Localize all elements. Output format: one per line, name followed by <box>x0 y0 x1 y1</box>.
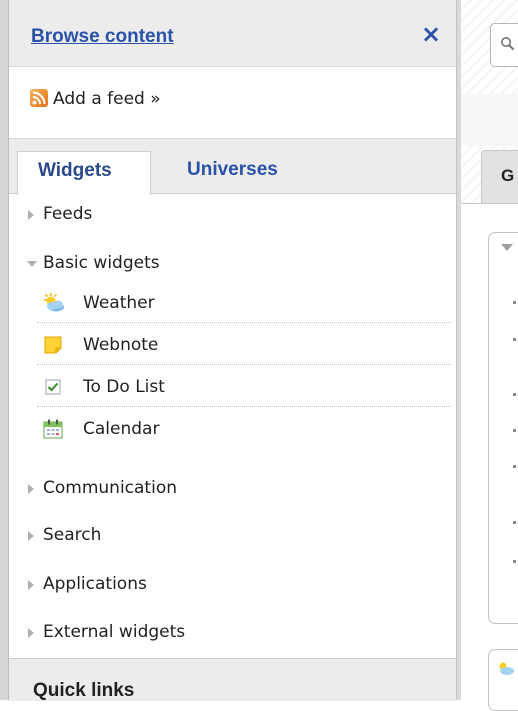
background-content <box>461 203 518 711</box>
category-label: Basic widgets <box>43 253 160 273</box>
widget-item-webnote[interactable]: Webnote <box>37 326 451 365</box>
list-bullet <box>513 521 516 524</box>
category-applications[interactable]: Applications <box>9 571 456 601</box>
list-bullet <box>513 301 516 304</box>
widget-item-calendar[interactable]: Calendar <box>37 410 451 448</box>
background-band <box>461 94 518 146</box>
collapsed-arrow-icon <box>28 531 34 541</box>
browse-content-link[interactable]: Browse content <box>31 26 174 48</box>
widget-label: Webnote <box>83 335 159 355</box>
add-feed-link[interactable]: Add a feed » <box>53 89 161 109</box>
close-icon[interactable]: × <box>421 19 441 49</box>
search-input[interactable] <box>490 23 518 67</box>
category-label: Search <box>43 525 102 545</box>
rss-icon <box>30 89 48 107</box>
collapsed-arrow-icon <box>28 580 34 590</box>
background-weather-widget <box>488 649 518 711</box>
widget-label: Calendar <box>83 419 160 439</box>
background-page: G <box>461 0 518 711</box>
list-bullet <box>513 393 516 396</box>
tabs-bar: Widgets Universes <box>9 138 456 195</box>
category-feeds[interactable]: Feeds <box>9 201 456 231</box>
weather-icon <box>42 292 64 314</box>
category-external-widgets[interactable]: External widgets <box>9 619 456 649</box>
background-widget <box>488 232 518 624</box>
list-bullet <box>513 429 516 432</box>
tab-universes-label: Universes <box>187 159 278 180</box>
category-label: Feeds <box>43 204 93 224</box>
browse-panel: Browse content × Add a feed » Widgets Un… <box>0 0 462 701</box>
category-basic-widgets[interactable]: Basic widgets <box>9 250 456 280</box>
panel-left-border <box>0 0 9 700</box>
tab-widgets[interactable]: Widgets <box>17 151 151 195</box>
background-tab[interactable]: G <box>481 150 518 203</box>
expanded-arrow-icon <box>27 261 37 267</box>
checkbox-icon <box>42 376 64 398</box>
collapsed-arrow-icon <box>28 210 34 220</box>
weather-icon <box>497 660 515 680</box>
chevron-down-icon[interactable] <box>501 244 513 251</box>
widget-label: Weather <box>83 293 155 313</box>
collapsed-arrow-icon <box>28 484 34 494</box>
calendar-icon <box>42 418 64 440</box>
category-label: Applications <box>43 574 147 594</box>
widget-item-todo[interactable]: To Do List <box>37 368 451 407</box>
note-icon <box>42 334 64 356</box>
list-bullet <box>513 338 516 341</box>
widget-item-weather[interactable]: Weather <box>37 284 451 323</box>
category-label: External widgets <box>43 622 186 642</box>
search-icon <box>500 36 516 56</box>
quick-links-heading: Quick links <box>33 680 135 701</box>
collapsed-arrow-icon <box>28 628 34 638</box>
list-bullet <box>513 560 516 563</box>
quick-links-section: Quick links <box>9 658 456 701</box>
tab-widgets-label: Widgets <box>38 160 112 181</box>
panel-header: Browse content × <box>9 0 456 67</box>
widget-label: To Do List <box>83 377 165 397</box>
category-search[interactable]: Search <box>9 522 456 552</box>
background-tab-label: G <box>501 166 515 185</box>
list-bullet <box>513 465 516 468</box>
add-feed-row: Add a feed » <box>9 67 456 137</box>
category-communication[interactable]: Communication <box>9 475 456 505</box>
category-label: Communication <box>43 478 177 498</box>
